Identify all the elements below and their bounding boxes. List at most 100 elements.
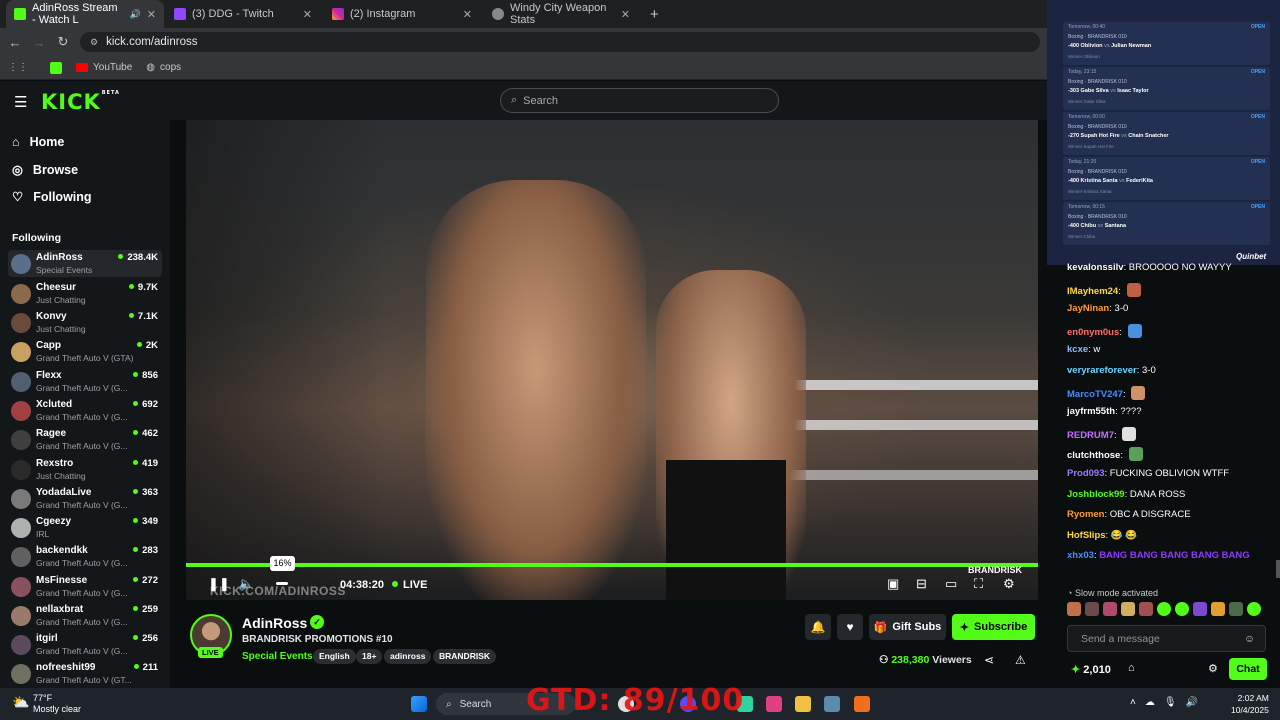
forward-icon[interactable]: → xyxy=(27,35,51,50)
chat-username[interactable]: jayfrm55th xyxy=(1067,406,1115,417)
stream-category[interactable]: Special Events xyxy=(242,651,313,662)
channel-points[interactable]: ✦ 2,010 xyxy=(1071,663,1111,676)
gift-subs-button[interactable]: 🎁 Gift Subs xyxy=(869,614,946,640)
bet-card[interactable]: Tomorrow, 00:15 OPEN Boxing · BRANDRISK … xyxy=(1063,202,1270,245)
sidebar-channel-backendkk[interactable]: backendkk Grand Theft Auto V (G... 283 xyxy=(8,543,162,570)
bet-card[interactable]: Today, 21:20 OPEN Boxing · BRANDRISK 010… xyxy=(1063,157,1270,200)
streamer-name[interactable]: AdinRoss xyxy=(242,615,307,631)
sidebar-channel-msfinesse[interactable]: MsFinesse Grand Theft Auto V (G... 272 xyxy=(8,573,162,600)
emote-icon[interactable] xyxy=(1193,602,1207,616)
sidebar-channel-cgeezy[interactable]: Cgeezy IRL 349 xyxy=(8,514,162,541)
tag-brandrisk[interactable]: BRANDRISK xyxy=(433,649,496,664)
sidebar-channel-yodadalive[interactable]: YodadaLive Grand Theft Auto V (G... 363 xyxy=(8,485,162,512)
video-progress-bar[interactable] xyxy=(186,563,1038,567)
tag-18plus[interactable]: 18+ xyxy=(356,649,383,664)
kick-bookmark-icon[interactable] xyxy=(50,61,62,74)
kick-logo[interactable]: KICKBETA xyxy=(41,90,120,114)
tag-adinross[interactable]: adinross xyxy=(384,649,432,664)
apps-grid-icon[interactable]: ⋮⋮ xyxy=(8,62,28,73)
pause-icon[interactable]: ❚❚ xyxy=(208,576,230,592)
sidebar-channel-konvy[interactable]: Konvy Just Chatting 7.1K xyxy=(8,309,162,336)
back-icon[interactable]: ← xyxy=(3,35,27,50)
chat-username[interactable]: xhx03 xyxy=(1067,550,1094,561)
volume-icon[interactable]: 🔈 xyxy=(238,576,254,592)
tag-english[interactable]: English xyxy=(313,649,356,664)
app-icon[interactable] xyxy=(854,696,870,712)
url-field[interactable]: ⚙ kick.com/adinross xyxy=(80,32,1040,52)
subscribe-button[interactable]: ✦ Subscribe xyxy=(952,614,1035,640)
chat-username[interactable]: clutchthose xyxy=(1067,450,1120,461)
live-indicator[interactable]: LIVE xyxy=(392,579,427,591)
chat-settings-icon[interactable]: ⚙ xyxy=(1208,662,1218,675)
close-tab-icon[interactable]: ✕ xyxy=(147,8,156,21)
taskbar-clock[interactable]: 2:02 AM 10/4/2025 xyxy=(1231,692,1269,716)
chat-username[interactable]: REDRUM7 xyxy=(1067,430,1114,441)
bet-card[interactable]: Tomorrow, 00:00 OPEN Boxing · BRANDRISK … xyxy=(1063,112,1270,155)
notification-bell-icon[interactable]: 🔔 xyxy=(805,614,831,640)
emoji-picker-icon[interactable]: ☺ xyxy=(1244,633,1255,645)
speaker-icon[interactable]: 🔊 xyxy=(130,9,141,20)
scrollbar[interactable] xyxy=(1276,560,1280,578)
bookmark-cops[interactable]: ◍ cops xyxy=(146,62,181,73)
sidebar-channel-xcluted[interactable]: Xcluted Grand Theft Auto V (G... 692 xyxy=(8,397,162,424)
sidebar-channel-nofreeshit99[interactable]: nofreeshit99 Grand Theft Auto V (GT... 2… xyxy=(8,660,162,687)
weather-desc[interactable]: Mostly clear xyxy=(33,704,81,714)
share-icon[interactable]: ⋖ xyxy=(984,653,994,667)
emote-icon[interactable] xyxy=(1229,602,1243,616)
sidebar-channel-adinross[interactable]: AdinRoss Special Events 238.4K xyxy=(8,250,162,277)
tab-weapon-stats[interactable]: Windy City Weapon Stats ✕ xyxy=(484,0,638,28)
close-tab-icon[interactable]: ✕ xyxy=(303,8,312,21)
sidebar-channel-flexx[interactable]: Flexx Grand Theft Auto V (G... 856 xyxy=(8,368,162,395)
emote-icon[interactable] xyxy=(1121,602,1135,616)
tab-instagram[interactable]: (2) Instagram ✕ xyxy=(324,0,480,28)
chat-username[interactable]: kevalonssilv xyxy=(1067,262,1124,273)
menu-icon[interactable]: ☰ xyxy=(14,93,27,111)
weather-temp[interactable]: 77°F xyxy=(33,693,52,703)
clip-icon[interactable]: ⊟ xyxy=(916,576,927,592)
weather-icon[interactable]: ⛅ xyxy=(12,694,29,711)
app-icon[interactable] xyxy=(766,696,782,712)
system-tray[interactable]: ˄☁🎙🔊 xyxy=(1130,697,1207,708)
chat-username[interactable]: en0nym0us xyxy=(1067,327,1119,338)
sidebar-channel-rexstro[interactable]: Rexstro Just Chatting 419 xyxy=(8,456,162,483)
miniplayer-icon[interactable]: ▣ xyxy=(887,576,899,592)
sidebar-channel-ragee[interactable]: Ragee Grand Theft Auto V (G... 462 xyxy=(8,426,162,453)
emote-icon[interactable] xyxy=(1247,602,1261,616)
file-explorer-icon[interactable] xyxy=(795,696,811,712)
nav-browse[interactable]: ◎ Browse xyxy=(12,162,78,178)
sidebar-channel-capp[interactable]: Capp Grand Theft Auto V (GTA) 2K xyxy=(8,338,162,365)
chat-message-input[interactable]: Send a message ☺ xyxy=(1067,625,1266,652)
chat-username[interactable]: kcxe xyxy=(1067,344,1088,355)
settings-app-icon[interactable] xyxy=(824,696,840,712)
sidebar-channel-nellaxbrat[interactable]: nellaxbrat Grand Theft Auto V (G... 259 xyxy=(8,602,162,629)
follow-heart-icon[interactable]: ♥ xyxy=(837,614,863,640)
emote-icon[interactable] xyxy=(1175,602,1189,616)
report-icon[interactable]: ⚠ xyxy=(1015,653,1026,667)
emote-icon[interactable] xyxy=(1157,602,1171,616)
site-info-icon[interactable]: ⚙ xyxy=(90,37,98,48)
settings-icon[interactable]: ⚙ xyxy=(1003,576,1015,592)
bookmark-youtube[interactable]: YouTube xyxy=(76,62,132,73)
emote-icon[interactable] xyxy=(1211,602,1225,616)
close-tab-icon[interactable]: ✕ xyxy=(621,8,630,21)
store-icon[interactable]: ⌂ xyxy=(1128,662,1135,674)
nav-home[interactable]: ⌂ Home xyxy=(12,135,64,149)
new-tab-button[interactable]: + xyxy=(642,0,662,28)
windows-start-icon[interactable] xyxy=(411,696,427,712)
volume-slider[interactable] xyxy=(276,582,288,585)
search-input[interactable]: ⌕ Search xyxy=(500,88,779,113)
emote-icon[interactable] xyxy=(1067,602,1081,616)
emote-icon[interactable] xyxy=(1103,602,1117,616)
close-tab-icon[interactable]: ✕ xyxy=(463,8,472,21)
tab-adinross[interactable]: AdinRoss Stream - Watch L 🔊 ✕ xyxy=(6,0,164,28)
chat-username[interactable]: IMayhem24 xyxy=(1067,286,1118,297)
theater-mode-icon[interactable]: ▭ xyxy=(945,576,957,592)
emote-icon[interactable] xyxy=(1085,602,1099,616)
tab-twitch[interactable]: (3) DDG - Twitch ✕ xyxy=(166,0,320,28)
bet-card[interactable]: Today, 23:15 OPEN Boxing · BRANDRISK 010… xyxy=(1063,67,1270,110)
chat-username[interactable]: Ryomen xyxy=(1067,509,1104,520)
chat-username[interactable]: Prod093 xyxy=(1067,468,1105,479)
reload-icon[interactable]: ↻ xyxy=(51,34,75,50)
sidebar-channel-cheesur[interactable]: Cheesur Just Chatting 9.7K xyxy=(8,280,162,307)
sidebar-channel-itgirl[interactable]: itgirl Grand Theft Auto V (G... 256 xyxy=(8,631,162,658)
